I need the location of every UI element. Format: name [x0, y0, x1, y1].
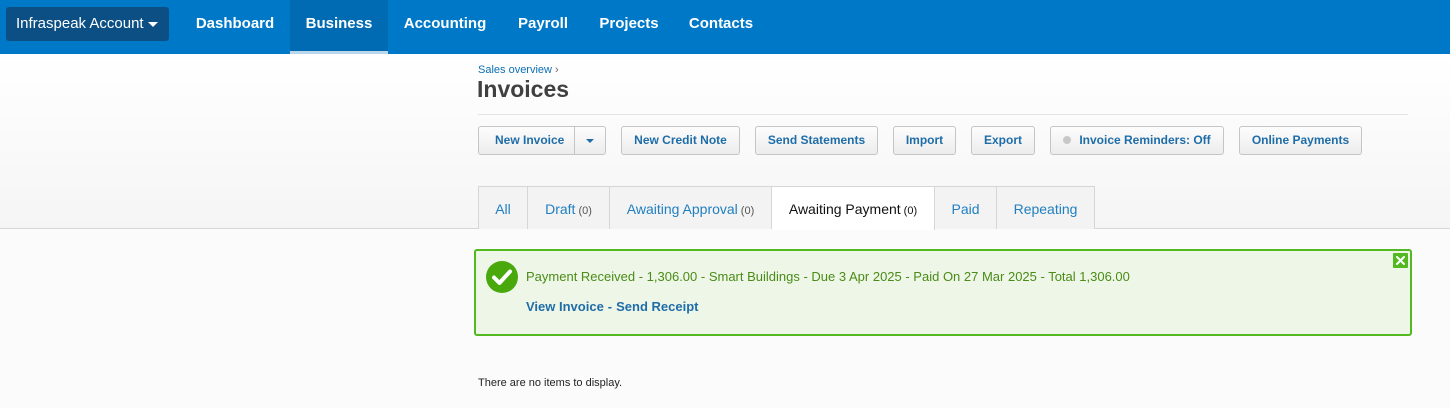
tab-awaiting-payment[interactable]: Awaiting Payment (0) [772, 186, 935, 230]
link-separator: - [607, 299, 613, 314]
new-credit-note-button[interactable]: New Credit Note [621, 126, 740, 155]
tab-label: Awaiting Approval [626, 201, 738, 217]
tab-label: Draft [545, 201, 576, 217]
tab-count: (0) [578, 205, 592, 217]
success-check-icon [486, 261, 518, 293]
notification-links: View Invoice - Send Receipt [526, 299, 699, 314]
nav-payroll[interactable]: Payroll [502, 0, 584, 54]
new-invoice-button-label: New Invoice [495, 133, 565, 147]
nav-contacts[interactable]: Contacts [674, 0, 768, 54]
empty-list-message: There are no items to display. [478, 377, 623, 389]
divider [478, 114, 1408, 115]
tab-all[interactable]: All [478, 186, 528, 229]
nav-accounting[interactable]: Accounting [388, 0, 502, 54]
tab-label: Awaiting Payment [788, 201, 901, 217]
organisation-menu-button[interactable]: Infraspeak Account [6, 7, 169, 41]
send-statements-button[interactable]: Send Statements [755, 126, 878, 155]
online-payments-button[interactable]: Online Payments [1239, 126, 1362, 155]
breadcrumb-separator: › [555, 64, 559, 76]
nav-projects[interactable]: Projects [584, 0, 674, 54]
tab-paid[interactable]: Paid [935, 186, 997, 229]
organisation-name: Infraspeak Account [16, 15, 144, 32]
page-title: Invoices [477, 76, 570, 102]
tab-label: Paid [951, 201, 980, 217]
view-invoice-link[interactable]: View Invoice [526, 299, 604, 314]
tab-count: (0) [903, 205, 918, 217]
tab-label: Repeating [1013, 201, 1078, 217]
top-navigation-bar: Infraspeak Account Dashboard Business Ac… [0, 0, 1450, 54]
send-receipt-link[interactable]: Send Receipt [616, 299, 698, 314]
tab-awaiting-approval[interactable]: Awaiting Approval (0) [610, 186, 772, 229]
export-button[interactable]: Export [971, 126, 1035, 155]
new-invoice-dropdown-toggle[interactable] [574, 127, 605, 154]
status-dot-icon [1063, 135, 1072, 144]
new-invoice-split-button[interactable]: New Invoice [478, 126, 606, 155]
caret-down-icon [148, 22, 158, 27]
import-button[interactable]: Import [893, 126, 956, 155]
tab-draft[interactable]: Draft (0) [528, 186, 610, 229]
nav-business[interactable]: Business [290, 0, 388, 54]
caret-down-icon [586, 139, 594, 143]
nav-dashboard[interactable]: Dashboard [180, 0, 290, 54]
tab-count: (0) [740, 205, 755, 217]
payment-received-notification: Payment Received - 1,306.00 - Smart Buil… [474, 249, 1412, 336]
breadcrumb: Sales overview › [478, 64, 559, 76]
close-icon[interactable] [1393, 253, 1408, 268]
tab-repeating[interactable]: Repeating [997, 186, 1095, 229]
tab-label: All [495, 201, 511, 217]
invoice-reminders-label: Invoice Reminders: Off [1079, 133, 1211, 147]
invoice-reminders-button[interactable]: Invoice Reminders: Off [1050, 126, 1224, 155]
notification-message: Payment Received - 1,306.00 - Smart Buil… [526, 269, 1130, 284]
breadcrumb-sales-overview-link[interactable]: Sales overview [478, 64, 552, 76]
